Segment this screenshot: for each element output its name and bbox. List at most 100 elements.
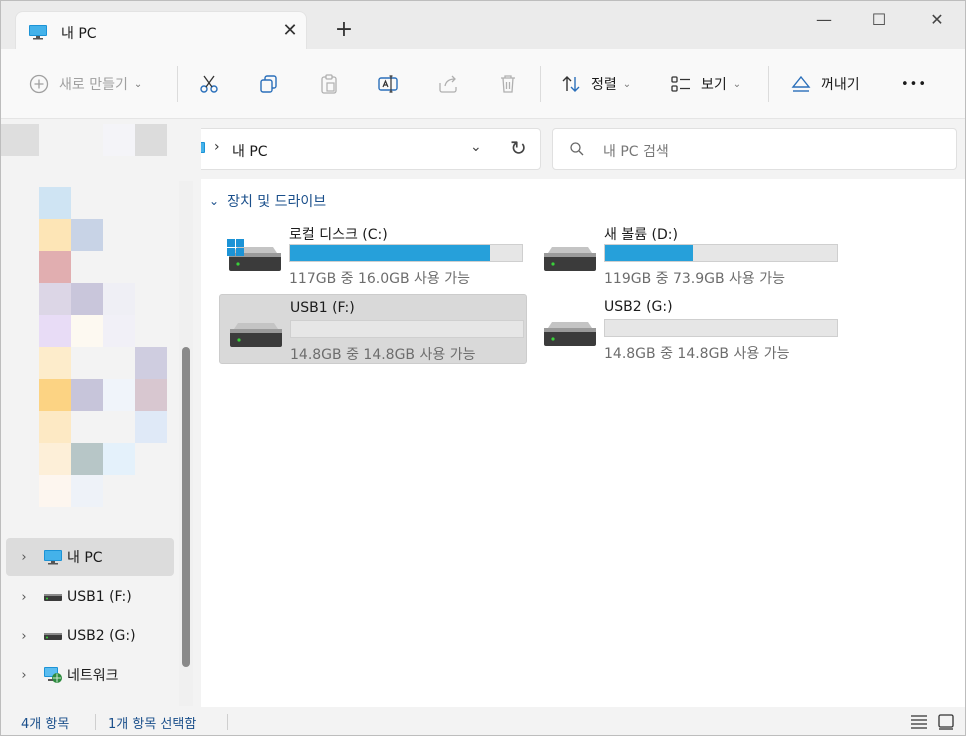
clipboard-icon (317, 72, 341, 96)
drive-item-d[interactable]: 새 볼륨 (D:) 119GB 중 73.9GB 사용 가능 (534, 219, 842, 289)
view-button-label: 보기 (701, 77, 727, 93)
sort-button[interactable]: 정렬 ⌄ (559, 67, 631, 101)
breadcrumb-this-pc[interactable]: 내 PC (232, 141, 268, 161)
expand-chevron-icon[interactable]: › (6, 629, 42, 644)
scissors-icon (197, 72, 221, 96)
drive-item-usb2[interactable]: USB2 (G:) 14.8GB 중 14.8GB 사용 가능 (534, 294, 842, 364)
view-layout-icon (669, 72, 693, 96)
large-icons-view-button[interactable] (935, 711, 957, 733)
tab-this-pc[interactable]: 내 PC ✕ (15, 11, 307, 51)
blurred-region (39, 475, 71, 507)
search-input[interactable]: 내 PC 검색 (603, 141, 669, 161)
chevron-down-icon: ⌄ (622, 78, 632, 90)
sort-arrows-icon (559, 72, 583, 96)
close-window-button[interactable]: ✕ (914, 3, 960, 39)
view-button[interactable]: 보기 ⌄ (669, 67, 741, 101)
blurred-region (39, 379, 71, 411)
toolbar-divider (177, 66, 178, 102)
eject-button[interactable]: 꺼내기 (789, 67, 860, 101)
command-bar: 새로 만들기 ⌄ 정렬 ⌄ 보기 ⌄ 꺼내기 ••• (1, 49, 965, 119)
item-count: 4개 항목 (21, 717, 70, 732)
blurred-region (71, 219, 103, 251)
drive-icon (544, 247, 596, 271)
share-icon (436, 72, 460, 96)
new-button[interactable]: 새로 만들기 ⌄ (27, 67, 142, 101)
rename-button[interactable] (376, 67, 400, 101)
selection-count: 1개 항목 선택함 (108, 717, 197, 732)
blurred-region (135, 379, 167, 411)
blurred-region (135, 411, 167, 443)
drive-free-space: 119GB 중 73.9GB 사용 가능 (604, 271, 786, 287)
drive-usage-fill (605, 245, 694, 261)
blurred-region (103, 283, 135, 315)
address-bar[interactable]: › 내 PC ⌄ ↻ (179, 128, 541, 170)
usb-drive-icon (42, 588, 64, 606)
nav-item-usb2[interactable]: › USB2 (G:) (6, 617, 174, 655)
blurred-region (39, 347, 71, 379)
search-icon (570, 142, 584, 156)
paste-button[interactable] (317, 67, 341, 101)
pc-icon (29, 25, 47, 40)
nav-item-this-pc[interactable]: › 내 PC (6, 538, 174, 576)
more-options-button[interactable]: ••• (899, 67, 927, 101)
search-box[interactable]: 내 PC 검색 (552, 128, 957, 170)
group-header-devices[interactable]: ⌄ 장치 및 드라이브 (209, 191, 326, 211)
refresh-button[interactable]: ↻ (510, 136, 527, 160)
details-view-button[interactable] (908, 711, 930, 733)
drive-name: USB2 (G:) (604, 299, 673, 315)
toolbar-divider (768, 66, 769, 102)
blurred-region (135, 124, 167, 156)
expand-chevron-icon[interactable]: › (6, 590, 42, 605)
breadcrumb-separator[interactable]: › (214, 139, 220, 155)
new-tab-button[interactable]: + (331, 17, 357, 43)
blurred-region (71, 443, 103, 475)
status-bar: 4개 항목 1개 항목 선택함 (1, 707, 965, 735)
network-icon (42, 666, 64, 684)
details-view-icon (911, 715, 927, 729)
plus-circle-icon (27, 72, 51, 96)
blurred-region (39, 251, 71, 283)
expand-chevron-icon[interactable]: › (6, 550, 42, 565)
trash-icon (496, 72, 520, 96)
blurred-region (39, 443, 71, 475)
pc-icon (42, 548, 64, 566)
maximize-button[interactable]: ☐ (856, 3, 902, 39)
drive-item-usb1[interactable]: USB1 (F:) 14.8GB 중 14.8GB 사용 가능 (219, 294, 527, 364)
nav-item-label: USB2 (G:) (67, 628, 136, 644)
eject-button-label: 꺼내기 (821, 77, 860, 93)
expand-chevron-icon[interactable]: › (6, 668, 42, 683)
tiles-view-icon (938, 714, 954, 730)
copy-button[interactable] (257, 67, 281, 101)
blurred-region (71, 315, 103, 347)
file-explorer-window: 내 PC ✕ + — ☐ ✕ 새로 만들기 ⌄ 정렬 ⌄ 보기 ⌄ 꺼내기 ••… (0, 0, 966, 736)
drive-usage-fill (290, 245, 490, 261)
blurred-region (71, 379, 103, 411)
new-button-label: 새로 만들기 (59, 77, 128, 93)
nav-item-network[interactable]: › 네트워크 (6, 656, 174, 694)
share-button[interactable] (436, 67, 460, 101)
drive-name: 새 볼륨 (D:) (604, 227, 678, 243)
address-history-dropdown[interactable]: ⌄ (470, 139, 482, 155)
blurred-region (103, 379, 135, 411)
drive-free-space: 14.8GB 중 14.8GB 사용 가능 (604, 346, 790, 362)
blurred-region (103, 315, 135, 347)
status-divider (95, 714, 96, 730)
nav-item-usb1[interactable]: › USB1 (F:) (6, 578, 174, 616)
eject-icon (789, 72, 813, 96)
drive-icon (230, 323, 282, 347)
drive-usage-bar (290, 320, 524, 338)
blurred-region (39, 315, 71, 347)
cut-button[interactable] (197, 67, 221, 101)
blurred-region (71, 475, 103, 507)
drive-item-c[interactable]: 로컬 디스크 (C:) 117GB 중 16.0GB 사용 가능 (219, 219, 527, 289)
delete-button[interactable] (496, 67, 520, 101)
nav-scrollbar-thumb[interactable] (182, 347, 190, 667)
drive-name: 로컬 디스크 (C:) (289, 227, 388, 243)
blurred-region (103, 443, 135, 475)
blurred-region (39, 411, 71, 443)
close-tab-button[interactable]: ✕ (278, 20, 302, 44)
chevron-down-icon: ⌄ (732, 78, 742, 90)
drive-free-space: 117GB 중 16.0GB 사용 가능 (289, 271, 471, 287)
group-title: 장치 및 드라이브 (227, 194, 327, 210)
minimize-button[interactable]: — (801, 3, 847, 39)
